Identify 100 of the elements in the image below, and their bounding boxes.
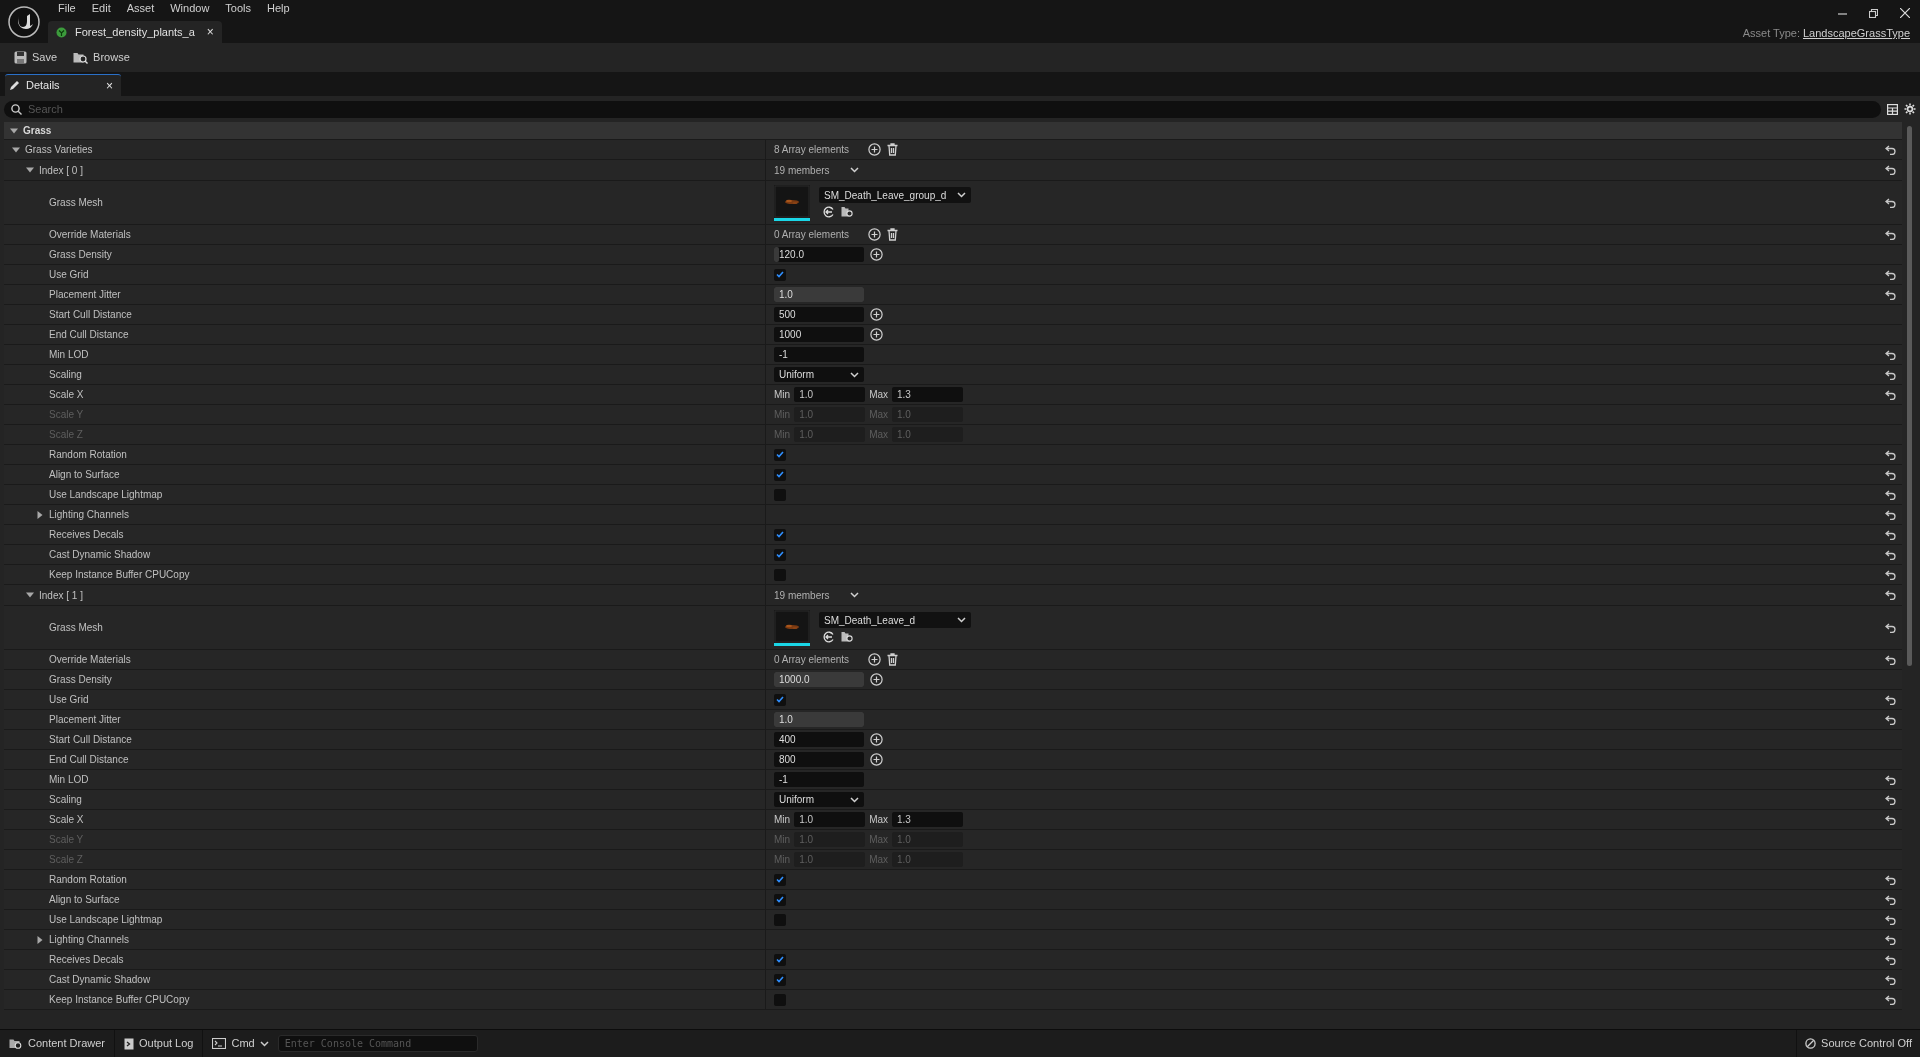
menu-item[interactable]: Help: [259, 0, 298, 17]
details-tab[interactable]: Details ×: [5, 74, 121, 96]
expanded-arrow-icon[interactable]: [26, 591, 34, 599]
add-icon[interactable]: [870, 328, 883, 341]
checkbox[interactable]: [774, 268, 786, 281]
close-icon[interactable]: ×: [206, 26, 214, 38]
menu-item[interactable]: Edit: [83, 0, 119, 17]
checkbox[interactable]: [774, 953, 786, 966]
reset-to-default-icon[interactable]: [1884, 165, 1896, 175]
scaling-dropdown[interactable]: Uniform: [774, 367, 864, 382]
reset-to-default-icon[interactable]: [1884, 229, 1896, 240]
number-field[interactable]: -1: [774, 347, 864, 362]
delete-icon[interactable]: [887, 143, 898, 156]
reset-to-default-icon[interactable]: [1884, 914, 1896, 925]
reset-to-default-icon[interactable]: [1884, 694, 1896, 705]
max-field[interactable]: 1.3: [892, 387, 964, 402]
expanded-arrow-icon[interactable]: [10, 126, 18, 135]
delete-icon[interactable]: [887, 228, 898, 241]
reset-to-default-icon[interactable]: [1884, 489, 1896, 500]
use-selected-icon[interactable]: [823, 206, 835, 218]
reset-to-default-icon[interactable]: [1884, 549, 1896, 560]
reset-to-default-icon[interactable]: [1884, 954, 1896, 965]
reset-to-default-icon[interactable]: [1884, 509, 1896, 520]
folder-search-icon[interactable]: [841, 206, 854, 218]
toolbar-button[interactable]: Browse: [69, 46, 134, 69]
use-selected-icon[interactable]: [823, 631, 835, 643]
add-icon[interactable]: [868, 653, 881, 666]
asset-type-link[interactable]: LandscapeGrassType: [1803, 25, 1910, 42]
reset-to-default-icon[interactable]: [1884, 569, 1896, 580]
menu-item[interactable]: File: [50, 0, 84, 17]
close-icon[interactable]: ×: [106, 79, 117, 92]
reset-to-default-icon[interactable]: [1884, 349, 1896, 360]
add-icon[interactable]: [868, 228, 881, 241]
scrollbar-thumb[interactable]: [1906, 126, 1912, 666]
members-dropdown[interactable]: 19 members: [774, 587, 859, 603]
add-icon[interactable]: [870, 753, 883, 766]
menu-item[interactable]: Asset: [118, 0, 163, 17]
reset-to-default-icon[interactable]: [1884, 874, 1896, 885]
console-input[interactable]: Enter Console Command: [277, 1035, 478, 1052]
reset-to-default-icon[interactable]: [1884, 197, 1896, 208]
number-field[interactable]: 1000.0: [774, 672, 864, 687]
restore-icon[interactable]: [1869, 8, 1878, 18]
status-bar-button[interactable]: Content Drawer: [0, 1029, 116, 1057]
reset-to-default-icon[interactable]: [1884, 269, 1896, 280]
number-field[interactable]: 1000: [774, 327, 864, 342]
add-icon[interactable]: [870, 248, 883, 261]
reset-to-default-icon[interactable]: [1884, 974, 1896, 985]
checkbox[interactable]: [774, 548, 786, 561]
checkbox[interactable]: [774, 448, 786, 461]
reset-to-default-icon[interactable]: [1884, 369, 1896, 380]
reset-to-default-icon[interactable]: [1884, 449, 1896, 460]
add-icon[interactable]: [868, 143, 881, 156]
min-field[interactable]: 1.0: [794, 387, 866, 402]
reset-to-default-icon[interactable]: [1884, 622, 1896, 633]
reset-to-default-icon[interactable]: [1884, 714, 1896, 725]
min-field[interactable]: 1.0: [794, 812, 866, 827]
reset-to-default-icon[interactable]: [1884, 469, 1896, 480]
scaling-dropdown[interactable]: Uniform: [774, 792, 864, 807]
reset-to-default-icon[interactable]: [1884, 529, 1896, 540]
engine-logo[interactable]: [8, 5, 40, 38]
number-field[interactable]: 500: [774, 307, 864, 322]
number-field[interactable]: 1.0: [774, 287, 864, 302]
checkbox[interactable]: [774, 528, 786, 541]
reset-to-default-icon[interactable]: [1884, 794, 1896, 805]
mesh-dropdown[interactable]: SM_Death_Leave_group_d: [819, 187, 971, 203]
checkbox[interactable]: [774, 873, 786, 886]
add-icon[interactable]: [870, 308, 883, 321]
reset-to-default-icon[interactable]: [1884, 774, 1896, 785]
toolbar-button[interactable]: Save: [10, 46, 62, 69]
reset-to-default-icon[interactable]: [1884, 289, 1896, 300]
number-field[interactable]: 400: [774, 732, 864, 747]
expanded-arrow-icon[interactable]: [26, 166, 34, 174]
status-bar-button[interactable]: Output Log: [115, 1029, 204, 1057]
reset-to-default-icon[interactable]: [1884, 994, 1896, 1005]
checkbox[interactable]: [774, 693, 786, 706]
table-icon[interactable]: [1887, 103, 1898, 115]
reset-to-default-icon[interactable]: [1884, 144, 1896, 155]
reset-to-default-icon[interactable]: [1884, 654, 1896, 665]
number-field[interactable]: 1.0: [774, 712, 864, 727]
document-tab[interactable]: Forest_density_plants_a ×: [48, 21, 222, 43]
max-field[interactable]: 1.3: [892, 812, 964, 827]
source-control-status[interactable]: Source Control Off: [1796, 1029, 1920, 1057]
checkbox[interactable]: [774, 468, 786, 481]
cmd-dropdown[interactable]: Cmd: [203, 1035, 278, 1052]
number-field[interactable]: 800: [774, 752, 864, 767]
reset-to-default-icon[interactable]: [1884, 389, 1896, 400]
reset-to-default-icon[interactable]: [1884, 590, 1896, 600]
reset-to-default-icon[interactable]: [1884, 934, 1896, 945]
number-field[interactable]: -1: [774, 772, 864, 787]
menu-item[interactable]: Window: [162, 0, 218, 17]
mesh-dropdown[interactable]: SM_Death_Leave_d: [819, 612, 971, 628]
collapsed-arrow-icon[interactable]: [36, 510, 44, 519]
search-field[interactable]: Search: [4, 100, 1881, 118]
close-icon[interactable]: [1900, 8, 1910, 18]
reset-to-default-icon[interactable]: [1884, 814, 1896, 825]
collapsed-arrow-icon[interactable]: [36, 935, 44, 944]
folder-search-icon[interactable]: [841, 631, 854, 643]
expanded-arrow-icon[interactable]: [12, 145, 20, 154]
settings-icon[interactable]: [1904, 103, 1916, 115]
checkbox[interactable]: [774, 893, 786, 906]
